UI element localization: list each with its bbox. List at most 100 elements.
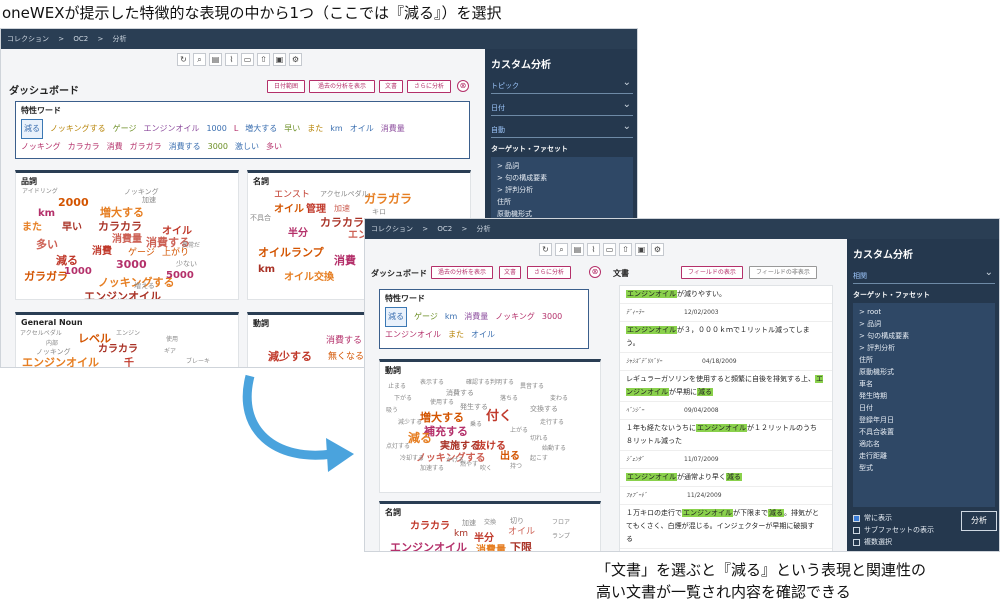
feature-word[interactable]: ノッキング <box>495 312 535 321</box>
analyze-button[interactable]: 分析 <box>961 511 997 531</box>
cloud-word[interactable]: オイル <box>162 227 192 237</box>
facet-item[interactable]: > 品詞 <box>491 160 633 172</box>
breadcrumb-oc2[interactable]: OC2 <box>73 35 88 43</box>
cloud-word[interactable]: 吸う <box>386 408 398 414</box>
close-icon[interactable]: ⊗ <box>589 266 601 278</box>
cloud-word[interactable]: エンジン <box>86 299 110 300</box>
cloud-word[interactable]: カラカラ <box>410 522 450 532</box>
feature-word[interactable]: 消費 <box>107 142 123 151</box>
document-row[interactable]: １年も経たないうちにエンジンオイルが１２リットルのうち ８リットル減った <box>620 420 832 451</box>
cloud-word[interactable]: 異音する <box>520 384 544 390</box>
cloud-word[interactable]: 異常だ <box>182 243 200 249</box>
cloud-word[interactable]: 点灯する <box>386 444 410 450</box>
cloud-word[interactable]: 交換する <box>530 406 558 413</box>
checkbox-row[interactable]: 複数選択 <box>853 537 934 547</box>
document-icon[interactable]: ▤ <box>571 243 584 256</box>
cloud-word[interactable]: エンジンオイル <box>22 357 99 367</box>
facet-item[interactable]: > 評判分析 <box>853 342 995 354</box>
document-row[interactable]: １万キロの走行でエンジンオイルが下限まで減る。排気がと てもくさく、白煙が混じる。… <box>620 505 832 549</box>
feature-word[interactable]: 増大する <box>245 124 277 133</box>
cloud-word[interactable]: 切れる <box>530 436 548 442</box>
cloud-word[interactable]: 減少する <box>268 351 312 362</box>
feature-word[interactable]: 減る <box>385 307 407 327</box>
feature-word[interactable]: エンジンオイル <box>143 124 199 133</box>
cloud-word[interactable]: 確認する <box>466 380 490 386</box>
refresh-icon[interactable]: ↻ <box>177 53 190 66</box>
cloud-word[interactable]: カラカラ <box>98 345 138 355</box>
feature-word[interactable]: 消費する <box>169 142 201 151</box>
cloud-word[interactable]: 消費 <box>92 247 112 257</box>
cloud-word[interactable]: 増える <box>134 283 155 290</box>
cloud-word[interactable]: 起こす <box>530 456 548 462</box>
cloud-word[interactable]: カラカラ <box>98 221 142 232</box>
documents-button[interactable]: 文書 <box>379 80 403 93</box>
cloud-word[interactable]: km <box>258 265 275 275</box>
more-analysis-button[interactable]: さらに分析 <box>527 266 571 279</box>
cloud-word[interactable]: 乗る <box>470 422 482 428</box>
breadcrumb-collection[interactable]: コレクション <box>7 35 49 43</box>
settings-icon[interactable]: ⚙ <box>289 53 302 66</box>
upload-icon[interactable]: ⇧ <box>619 243 632 256</box>
settings-icon[interactable]: ⚙ <box>651 243 664 256</box>
dropdown-topic[interactable]: トピック <box>491 75 633 94</box>
more-analysis-button[interactable]: さらに分析 <box>407 80 451 93</box>
feature-word[interactable]: 3000 <box>208 142 228 151</box>
cloud-word[interactable]: 付く <box>486 410 512 423</box>
cloud-word[interactable]: km <box>38 209 55 219</box>
past-analysis-button[interactable]: 過去の分析を表示 <box>431 266 493 279</box>
cloud-word[interactable]: 持つ <box>510 464 522 470</box>
cloud-word[interactable]: エンスト <box>274 191 310 200</box>
facet-item[interactable]: > 句の構成要素 <box>491 172 633 184</box>
cloud-word[interactable]: 多い <box>36 239 58 250</box>
facet-item[interactable]: > 評判分析 <box>491 184 633 196</box>
cloud-word[interactable]: ブレーキ <box>186 359 210 365</box>
cloud-word[interactable]: 切り <box>510 518 524 525</box>
cloud-word[interactable]: 加速 <box>334 205 350 213</box>
facet-item[interactable]: 発生時期 <box>853 390 995 402</box>
feature-word[interactable]: カラカラ <box>68 142 100 151</box>
facet-item[interactable]: 日付 <box>853 402 995 414</box>
cloud-word[interactable]: 出る <box>500 452 520 462</box>
line-chart-icon[interactable]: ⌇ <box>587 243 600 256</box>
line-chart-icon[interactable]: ⌇ <box>225 53 238 66</box>
cloud-word[interactable]: キロ <box>372 209 386 216</box>
image-icon[interactable]: ▣ <box>635 243 648 256</box>
breadcrumb-oc2[interactable]: OC2 <box>437 225 452 233</box>
cloud-word[interactable]: ゲージ <box>128 249 155 258</box>
dropdown-correlation[interactable]: 相関 <box>853 265 995 284</box>
feature-word[interactable]: 多い <box>266 142 282 151</box>
facet-item[interactable]: > 句の構成要素 <box>853 330 995 342</box>
facet-item[interactable]: 走行距離 <box>853 450 995 462</box>
cloud-word[interactable]: 千 <box>124 359 134 368</box>
feature-word[interactable]: エンジンオイル <box>385 330 441 339</box>
facet-item[interactable]: 原動機形式 <box>853 366 995 378</box>
cloud-word[interactable]: ノッキング <box>124 189 159 196</box>
cloud-word[interactable]: 半分 <box>474 534 494 544</box>
cloud-word[interactable]: アクセルペダル <box>320 191 369 198</box>
cloud-word[interactable]: 冷却する <box>400 456 424 462</box>
cloud-word[interactable]: 発生する <box>460 404 488 411</box>
documents-button[interactable]: 文書 <box>499 266 521 279</box>
checkbox-row[interactable]: サブファセットの表示 <box>853 525 934 535</box>
cloud-word[interactable]: レベル <box>78 333 111 344</box>
cloud-word[interactable]: 燃やす <box>460 462 478 468</box>
document-icon[interactable]: ▤ <box>209 53 222 66</box>
feature-word[interactable]: 3000 <box>542 312 562 321</box>
feature-word[interactable]: ゲージ <box>113 124 137 133</box>
past-analysis-button[interactable]: 過去の分析を表示 <box>309 80 375 93</box>
facet-item[interactable]: 型式 <box>853 462 995 474</box>
card-icon[interactable]: ▭ <box>603 243 616 256</box>
feature-word[interactable]: また <box>307 124 323 133</box>
cloud-word[interactable]: 加速 <box>462 520 476 527</box>
hide-fields-button[interactable]: フィールドの非表示 <box>749 266 817 279</box>
card-icon[interactable]: ▭ <box>241 53 254 66</box>
cloud-word[interactable]: オイル <box>274 205 304 215</box>
cloud-word[interactable]: 上がり <box>162 249 189 258</box>
cloud-word[interactable]: ガソリン <box>116 299 140 300</box>
cloud-word[interactable]: 早い <box>62 223 82 233</box>
cloud-word[interactable]: 増大する <box>100 207 144 218</box>
cloud-word[interactable]: アクセルペダル <box>20 331 62 337</box>
cloud-word[interactable]: 交換 <box>484 520 496 526</box>
cloud-word[interactable]: エンジンオイル <box>390 542 467 551</box>
cloud-word[interactable]: 5000 <box>166 271 194 281</box>
